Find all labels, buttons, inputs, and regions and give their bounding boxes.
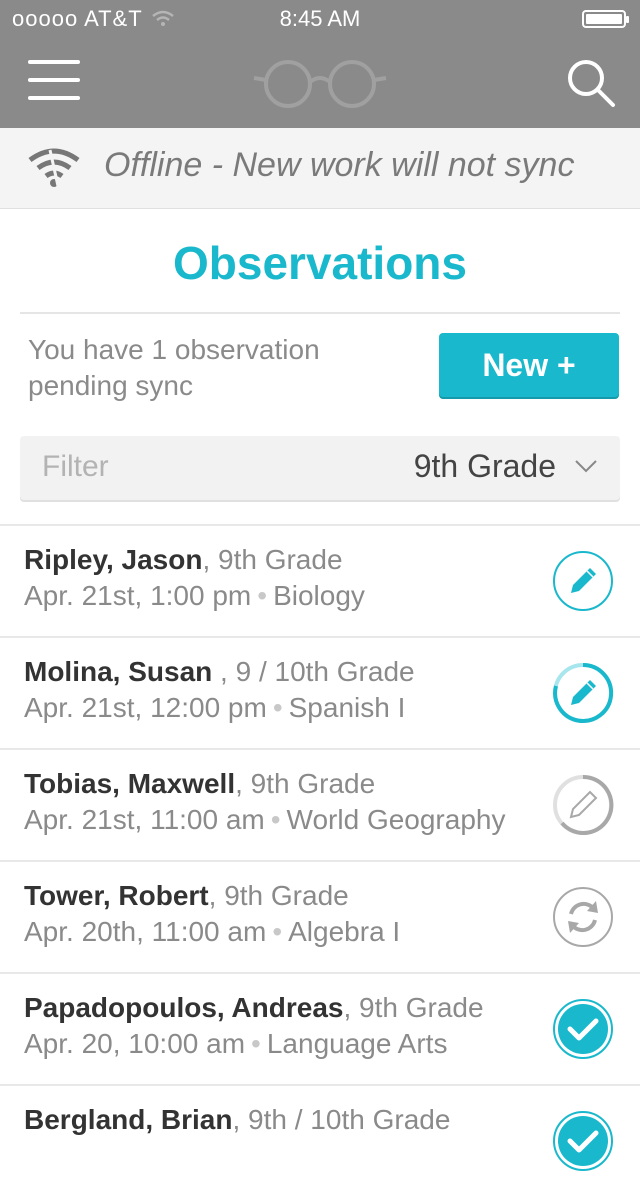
filter-value: 9th Grade xyxy=(413,448,556,484)
clock: 8:45 AM xyxy=(279,6,361,31)
observation-name: Papadopoulos, Andreas xyxy=(24,992,344,1023)
edit-icon[interactable] xyxy=(552,550,614,612)
sync-icon[interactable] xyxy=(552,886,614,948)
observation-date: Apr. 21st, 1:00 pm xyxy=(24,580,252,611)
status-bar: ooooo AT&T 8:45 AM xyxy=(0,0,640,40)
new-observation-button[interactable]: New + xyxy=(439,333,619,397)
nav-bar xyxy=(0,40,640,128)
filter-label: Filter xyxy=(42,450,109,483)
observation-subject: Language Arts xyxy=(266,1028,448,1059)
list-item[interactable]: Ripley, Jason, 9th Grade Apr. 21st, 1:00… xyxy=(0,524,640,636)
observation-subject: Spanish I xyxy=(288,692,406,723)
observation-name: Tobias, Maxwell xyxy=(24,768,236,799)
observation-date: Apr. 21st, 12:00 pm xyxy=(24,692,267,723)
observation-grade: 9th / 10th Grade xyxy=(248,1104,451,1135)
list-item[interactable]: Bergland, Brian, 9th / 10th Grade xyxy=(0,1084,640,1196)
menu-icon[interactable] xyxy=(28,60,80,100)
battery-icon xyxy=(582,10,629,28)
observation-date: Apr. 21st, 11:00 am xyxy=(24,804,265,835)
observation-grade: 9th Grade xyxy=(359,992,484,1023)
observation-grade: 9th Grade xyxy=(250,768,376,799)
observation-name: Ripley, Jason xyxy=(24,544,203,575)
observation-date: Apr. 20th, 11:00 am xyxy=(24,916,267,947)
observation-list: Ripley, Jason, 9th Grade Apr. 21st, 1:00… xyxy=(0,524,640,1196)
observation-subject: Biology xyxy=(273,580,365,611)
observation-grade: 9th Grade xyxy=(224,880,349,911)
offline-text: Offline - New work will not sync xyxy=(104,146,575,184)
observation-grade: 9 / 10th Grade xyxy=(235,656,415,687)
glasses-logo-icon xyxy=(253,60,387,108)
observation-name: Tower, Robert xyxy=(24,880,209,911)
list-item[interactable]: Tobias, Maxwell, 9th Grade Apr. 21st, 11… xyxy=(0,748,640,860)
list-item[interactable]: Tower, Robert, 9th Grade Apr. 20th, 11:0… xyxy=(0,860,640,972)
offline-wifi-icon xyxy=(28,148,80,187)
observation-subject: World Geography xyxy=(286,804,506,835)
observation-grade: 9th Grade xyxy=(218,544,343,575)
edit-inactive-icon[interactable] xyxy=(552,774,614,836)
search-icon[interactable] xyxy=(566,58,616,108)
edit-progress-icon[interactable] xyxy=(552,662,614,724)
observation-name: Bergland, Brian xyxy=(24,1104,233,1135)
observation-subject: Algebra I xyxy=(288,916,401,947)
check-icon[interactable] xyxy=(552,998,614,1060)
observation-name: Molina, Susan xyxy=(24,656,213,687)
observation-date: Apr. 20, 10:00 am xyxy=(24,1028,246,1059)
offline-banner: Offline - New work will not sync xyxy=(0,128,640,209)
check-icon[interactable] xyxy=(552,1110,614,1172)
page-title: Observations xyxy=(173,237,467,289)
divider xyxy=(20,312,620,314)
filter-select[interactable]: Filter 9th Grade xyxy=(20,436,620,500)
list-item[interactable]: Papadopoulos, Andreas, 9th Grade Apr. 20… xyxy=(0,972,640,1084)
chevron-down-icon xyxy=(575,460,597,473)
list-item[interactable]: Molina, Susan , 9 / 10th Grade Apr. 21st… xyxy=(0,636,640,748)
pending-sync-text: You have 1 observation pending sync xyxy=(28,334,320,401)
